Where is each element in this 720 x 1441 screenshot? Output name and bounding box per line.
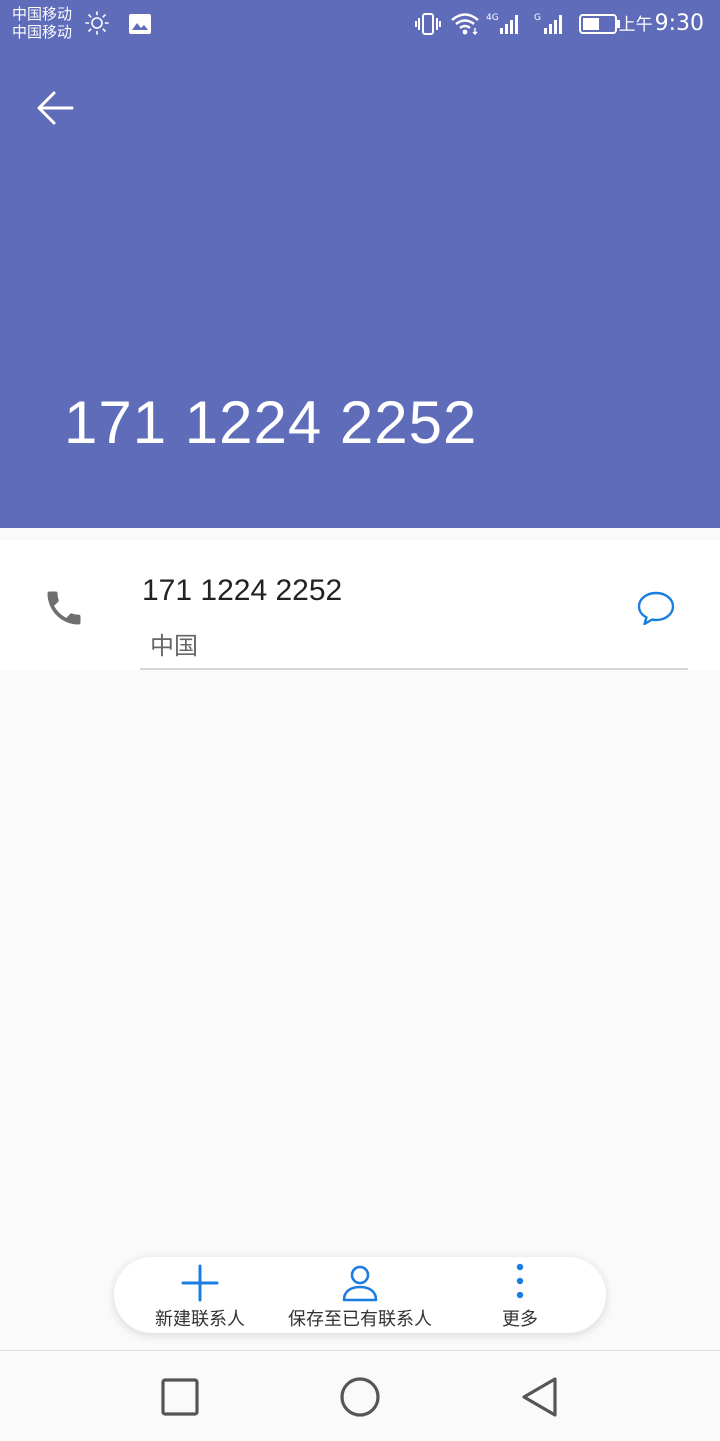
time-value: 9:30 (654, 11, 704, 36)
new-contact-label: 新建联系人 (155, 1309, 245, 1330)
new-contact-button[interactable]: 新建联系人 (130, 1257, 270, 1333)
person-icon (342, 1265, 378, 1302)
time-prefix: 上午 (618, 15, 653, 35)
carrier-1: 中国移动 (12, 5, 73, 23)
signal-icon-2: G (534, 13, 562, 34)
carrier-labels: 中国移动 中国移动 (12, 5, 72, 41)
system-nav-bar (0, 1350, 720, 1441)
more-label: 更多 (502, 1309, 538, 1330)
back-arrow-icon[interactable] (36, 88, 76, 128)
network-1-label: 4G (486, 13, 499, 23)
vibrate-icon (415, 13, 441, 35)
battery-icon (579, 14, 620, 34)
status-bar: 中国移动 中国移动 4G G 上午9:30 (0, 0, 720, 50)
save-to-existing-button[interactable]: 保存至已有联系人 (280, 1257, 440, 1333)
signal-icon: 4G (486, 13, 518, 34)
message-icon[interactable] (636, 588, 676, 628)
back-triangle-icon[interactable] (518, 1375, 562, 1419)
plus-icon (181, 1264, 219, 1302)
network-2-label: G (534, 13, 541, 23)
more-vertical-icon (516, 1263, 524, 1299)
clock: 上午9:30 (619, 10, 704, 36)
home-circle-icon[interactable] (338, 1375, 382, 1419)
row-divider (140, 668, 688, 670)
detail-phone-number: 171 1224 2252 (142, 574, 343, 607)
image-notification-icon (129, 14, 151, 34)
carrier-2: 中国移动 (12, 23, 73, 41)
wifi-icon (451, 13, 479, 35)
more-button[interactable]: 更多 (460, 1257, 580, 1333)
header-phone-number: 171 1224 2252 (64, 389, 478, 456)
recents-square-icon[interactable] (158, 1375, 202, 1419)
save-to-existing-label: 保存至已有联系人 (288, 1309, 432, 1330)
detail-region: 中国 (150, 632, 198, 660)
brightness-icon (85, 11, 109, 35)
phone-icon[interactable] (42, 586, 86, 630)
contact-header: 中国移动 中国移动 4G G 上午9:30 171 1224 2252 (0, 0, 720, 528)
action-bar: 新建联系人 保存至已有联系人 更多 (114, 1257, 606, 1333)
phone-number-row[interactable] (0, 540, 720, 670)
